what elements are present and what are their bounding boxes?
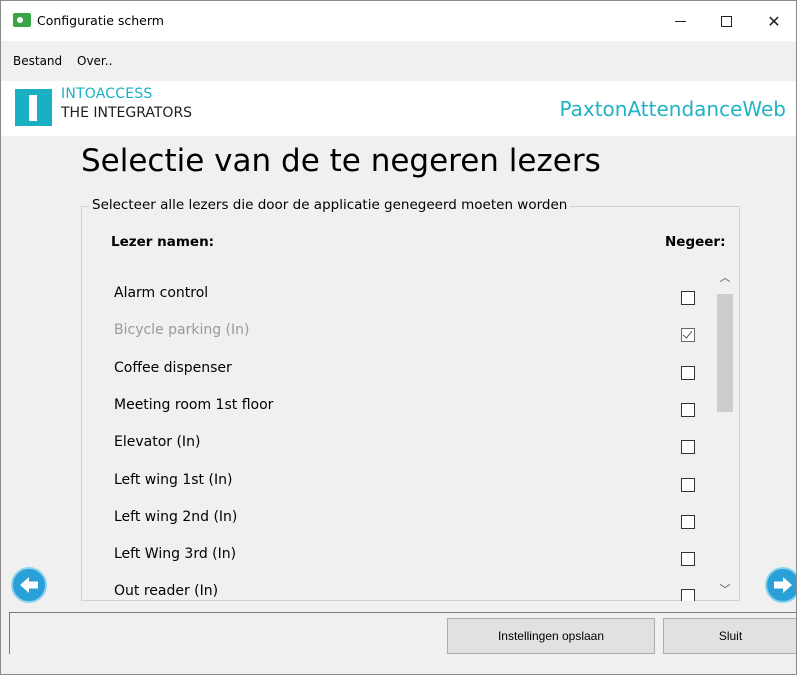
title-bar: Configuratie scherm ✕ <box>1 1 796 41</box>
page-title: Selectie van de te negeren lezers <box>81 143 601 179</box>
minimize-button[interactable] <box>657 1 703 41</box>
scroll-up-button[interactable]: ︿ <box>714 268 736 288</box>
ignore-checkbox[interactable] <box>681 291 695 305</box>
close-button[interactable]: Sluit <box>663 618 796 654</box>
logo-line1: INTOACCESS <box>61 86 153 102</box>
ignore-checkbox[interactable] <box>681 402 695 417</box>
reader-name: Elevator (In) <box>114 434 201 451</box>
reader-row: Alarm control <box>97 273 712 310</box>
chevron-up-icon: ︿ <box>719 271 731 284</box>
menu-item-bestand[interactable]: Bestand <box>13 54 62 68</box>
minimize-icon <box>674 20 686 22</box>
reader-name: Out reader (In) <box>114 583 219 600</box>
reader-row: Bicycle parking (In) <box>97 310 712 347</box>
config-window: Configuratie scherm ✕ Bestand Over.. INT… <box>0 0 797 675</box>
reader-name: Alarm control <box>114 285 209 301</box>
reader-name: Meeting room 1st floor <box>114 396 274 413</box>
close-icon: ✕ <box>767 11 781 31</box>
save-settings-button[interactable]: Instellingen opslaan <box>447 618 655 654</box>
reader-name: Left wing 1st (In) <box>114 471 233 488</box>
intoaccess-logo <box>15 89 52 126</box>
reader-row: Left wing 1st (In) <box>97 460 712 497</box>
maximize-icon <box>720 15 732 27</box>
reader-row: Meeting room 1st floor <box>97 385 712 422</box>
app-icon <box>13 13 31 27</box>
group-caption: Selecteer alle lezers die door de applic… <box>89 197 571 213</box>
ignore-checkbox[interactable] <box>681 440 695 455</box>
column-header-ignore: Negeer: <box>665 234 726 250</box>
chevron-down-icon: ﹀ <box>719 583 731 596</box>
reader-name: Bicycle parking (In) <box>114 322 250 339</box>
column-header-name: Lezer namen: <box>111 234 215 250</box>
reader-name: Left wing 2nd (In) <box>114 508 238 525</box>
logo-line2: THE INTEGRATORS <box>61 105 193 121</box>
reader-row: Elevator (In) <box>97 422 712 459</box>
previous-page-button[interactable] <box>11 567 47 603</box>
scroll-down-button[interactable]: ﹀ <box>714 580 736 600</box>
reader-name: Coffee dispenser <box>114 359 232 376</box>
close-window-button[interactable]: ✕ <box>751 1 796 41</box>
menu-bar: Bestand Over.. <box>1 49 796 73</box>
list-scrollbar[interactable]: ︿ ﹀ <box>714 268 736 600</box>
ignore-checkbox[interactable] <box>681 365 695 380</box>
window-title: Configuratie scherm <box>37 13 164 28</box>
reader-row: Out reader (In) <box>97 571 712 601</box>
ignore-checkbox[interactable] <box>681 477 695 492</box>
brand-header: INTOACCESS THE INTEGRATORS PaxtonAttenda… <box>1 81 796 136</box>
ignore-checkbox[interactable] <box>681 514 695 529</box>
ignore-checkbox[interactable] <box>681 552 695 567</box>
product-name: PaxtonAttendanceWeb <box>559 97 786 121</box>
next-page-button[interactable] <box>765 567 796 603</box>
maximize-button[interactable] <box>703 1 749 41</box>
reader-list: Alarm control Bicycle parking (In) Coffee … <box>97 273 712 601</box>
logo-bar <box>29 95 37 121</box>
reader-row: Left wing 2nd (In) <box>97 497 712 534</box>
arrow-right-icon <box>774 577 792 593</box>
ignore-checkbox[interactable] <box>681 589 695 601</box>
arrow-left-icon <box>20 577 38 593</box>
ignore-checkbox[interactable] <box>681 328 695 343</box>
reader-row: Coffee dispenser <box>97 348 712 385</box>
reader-row: Left Wing 3rd (In) <box>97 534 712 571</box>
reader-name: Left Wing 3rd (In) <box>114 546 237 563</box>
menu-item-over[interactable]: Over.. <box>77 54 112 68</box>
scroll-thumb[interactable] <box>717 294 733 412</box>
